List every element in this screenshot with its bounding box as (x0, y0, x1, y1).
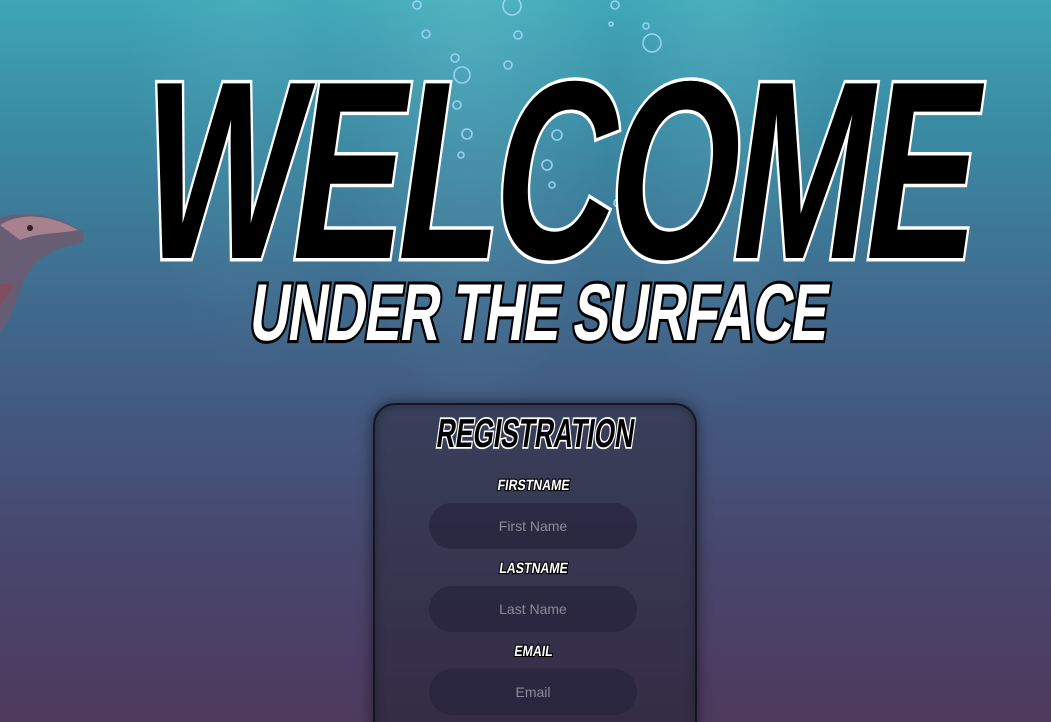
email-input[interactable] (429, 669, 637, 715)
firstname-input[interactable] (429, 503, 637, 549)
lastname-label: LASTNAME (498, 560, 569, 576)
registration-heading-wrap: REGISTRATION (433, 410, 640, 458)
email-label: EMAIL (513, 643, 554, 659)
email-label-wrap: EMAIL (512, 642, 555, 660)
hero-heading: WELCOME UNDER THE SURFACE (122, 25, 998, 360)
subtitle: UNDER THE SURFACE (245, 267, 834, 358)
lastname-label-wrap: LASTNAME (497, 559, 570, 577)
lastname-input[interactable] (429, 586, 637, 632)
firstname-label-wrap: FIRSTNAME (496, 476, 572, 494)
firstname-label: FIRSTNAME (497, 477, 571, 493)
registration-heading: REGISTRATION (434, 412, 638, 457)
